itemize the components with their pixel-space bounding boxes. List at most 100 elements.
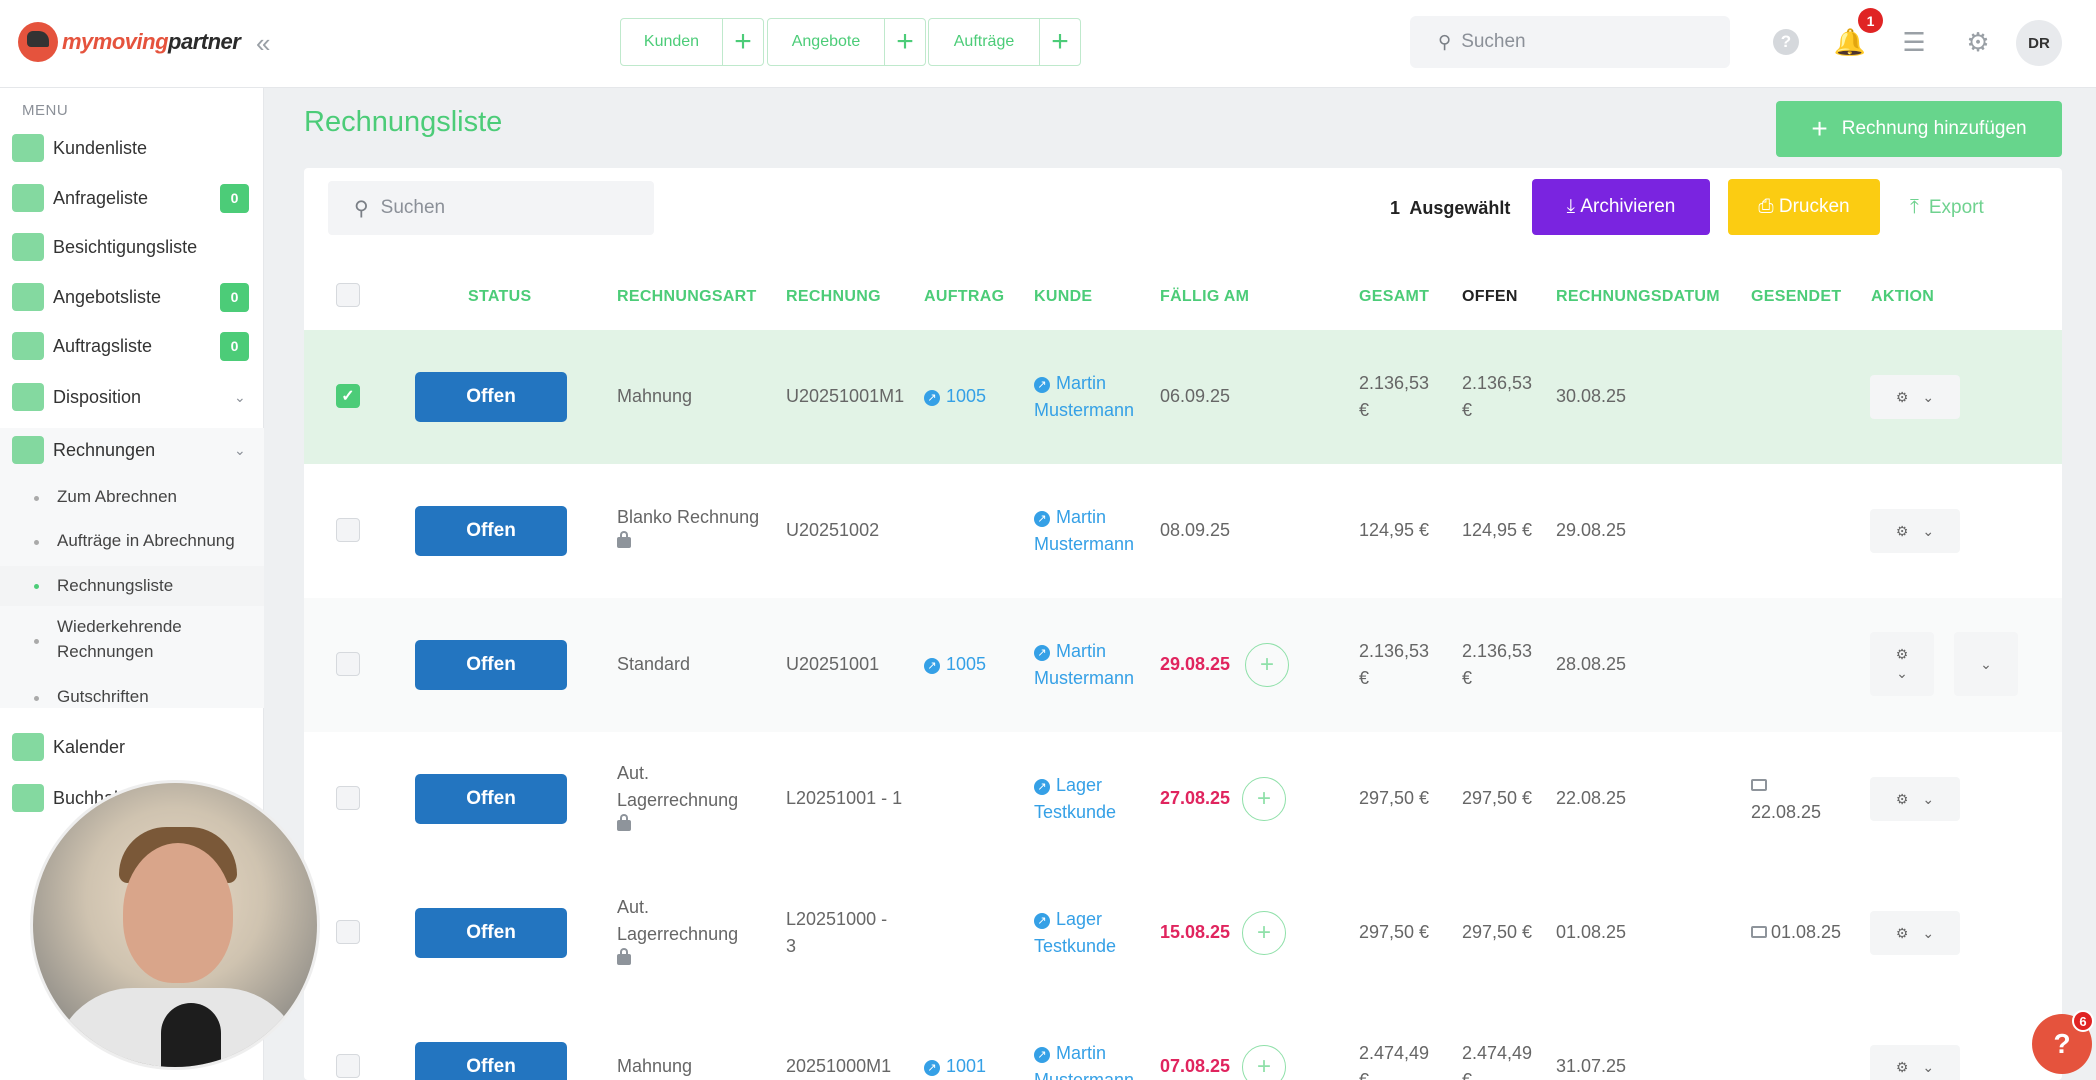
archive-button[interactable]: ⤓ Archivieren	[1532, 179, 1710, 235]
col-auftrag[interactable]: AUFTRAG	[924, 288, 1004, 306]
table-search-input[interactable]: ⚲ Suchen	[328, 181, 654, 235]
quick-kunden-button[interactable]: Kunden	[621, 19, 723, 65]
chevron-down-icon: ⌄	[1922, 388, 1935, 405]
row-action-menu[interactable]: ⚙ ⌄	[1870, 777, 1960, 821]
row-action-menu[interactable]: ⚙ ⌄	[1870, 375, 1960, 419]
quick-kunden: Kunden +	[620, 18, 764, 66]
sidebar-sub-auftraege-in-abrechnung[interactable]: Aufträge in Abrechnung	[0, 528, 264, 558]
sidebar-sub-rechnungsliste[interactable]: Rechnungsliste	[0, 566, 264, 606]
customer-link[interactable]: ↗ Martin Mustermann	[1034, 504, 1134, 558]
upload-icon: ⤒	[1910, 196, 1919, 218]
invoice-date: 30.08.25	[1556, 386, 1627, 406]
bell-icon[interactable]: 🔔	[1834, 26, 1866, 58]
sidebar-sub-gutschriften[interactable]: Gutschriften	[0, 684, 264, 714]
count-badge: 0	[220, 331, 249, 361]
sidebar-item-besichtigungsliste[interactable]: Besichtigungsliste	[0, 225, 264, 269]
row-checkbox[interactable]: ✓	[336, 384, 360, 408]
help-icon[interactable]: ?	[1770, 26, 1802, 58]
sidebar-sub-zum-abrechnen[interactable]: Zum Abrechnen	[0, 484, 264, 514]
add-auftrag-icon[interactable]: +	[1040, 19, 1080, 65]
add-reminder-icon[interactable]: +	[1242, 777, 1286, 821]
row-action-menu[interactable]: ⚙ ⌄	[1870, 911, 1960, 955]
col-rechnungsart[interactable]: RECHNUNGSART	[617, 288, 757, 306]
col-gesendet[interactable]: GESENDET	[1751, 288, 1841, 306]
avatar[interactable]: DR	[2016, 20, 2062, 66]
col-aktion: AKTION	[1871, 288, 1935, 305]
row-checkbox[interactable]	[336, 786, 360, 810]
row-checkbox[interactable]	[336, 920, 360, 944]
order-link[interactable]: ↗ 1005	[924, 383, 986, 410]
status-button[interactable]: Offen	[415, 908, 567, 958]
status-button[interactable]: Offen	[415, 1042, 567, 1080]
row-action-menu[interactable]: ⚙ ⌄	[1870, 509, 1960, 553]
table-row[interactable]: Offen Mahnung 20251000M1 ↗ 1001 ↗ Martin Mu…	[304, 1000, 2062, 1080]
due-date: 08.09.25	[1160, 520, 1231, 540]
col-kunde[interactable]: KUNDE	[1034, 288, 1092, 306]
sidebar-item-anfrageliste[interactable]: Anfrageliste 0	[0, 176, 264, 220]
status-button[interactable]: Offen	[415, 640, 567, 690]
table-row[interactable]: Offen Blanko Rechnung U20251002 ↗ Martin M…	[304, 464, 2062, 598]
add-reminder-icon[interactable]: +	[1242, 911, 1286, 955]
col-status[interactable]: STATUS	[468, 288, 531, 306]
logo-text-moving: moving	[92, 29, 169, 54]
select-all-checkbox[interactable]	[336, 283, 360, 307]
search-icon: ⚲	[354, 197, 369, 220]
customer-link[interactable]: ↗ Martin Mustermann	[1034, 370, 1134, 424]
sidebar-item-kalender[interactable]: Kalender	[0, 725, 264, 769]
export-button[interactable]: ⤒ Export	[1910, 196, 1984, 219]
order-link[interactable]: ↗ 1005	[924, 651, 986, 678]
col-rechnungsdatum[interactable]: RECHNUNGSDATUM	[1556, 288, 1720, 306]
add-kunde-icon[interactable]: +	[723, 19, 763, 65]
sidebar-item-kundenliste[interactable]: Kundenliste	[0, 126, 264, 170]
open-amount: 297,50 €	[1462, 788, 1533, 808]
sidebar-sub-wiederkehrende-rechnungen[interactable]: Wiederkehrende Rechnungen	[0, 614, 264, 668]
customer-link[interactable]: ↗ Lager Testkunde	[1034, 906, 1116, 960]
add-angebot-icon[interactable]: +	[885, 19, 925, 65]
customer-link[interactable]: ↗ Lager Testkunde	[1034, 772, 1116, 826]
add-reminder-icon[interactable]: +	[1245, 643, 1289, 687]
checklist-icon[interactable]: ☰	[1898, 26, 1930, 58]
sidebar-item-disposition[interactable]: Disposition ⌄	[0, 375, 264, 419]
table-row[interactable]: Offen Aut. Lagerrechnung L20251001 - 1 ↗ L…	[304, 732, 2062, 866]
row-checkbox[interactable]	[336, 652, 360, 676]
total-amount: 2.136,53 €	[1359, 373, 1430, 420]
add-reminder-icon[interactable]: +	[1242, 1045, 1286, 1080]
printer-icon: ⎙	[1758, 196, 1779, 217]
col-rechnung[interactable]: RECHNUNG	[786, 288, 881, 306]
status-button[interactable]: Offen	[415, 774, 567, 824]
col-faellig-am[interactable]: FÄLLIG AM	[1160, 288, 1249, 306]
quick-angebote-button[interactable]: Angebote	[768, 19, 885, 65]
row-action-menu[interactable]: ⚙ ⌄	[1870, 632, 1934, 696]
logo[interactable]: mymovingpartner	[18, 22, 241, 62]
gear-icon: ⚙	[1895, 924, 1909, 941]
collapse-sidebar-icon[interactable]: «	[256, 28, 270, 59]
row-action-menu[interactable]: ⚙ ⌄	[1870, 1045, 1960, 1080]
link-icon: ↗	[924, 1060, 940, 1076]
open-amount: 297,50 €	[1462, 922, 1533, 942]
row-checkbox[interactable]	[336, 1054, 360, 1078]
link-icon: ↗	[1034, 511, 1050, 527]
col-gesamt[interactable]: GESAMT	[1359, 288, 1429, 306]
customer-link[interactable]: ↗ Martin Mustermann	[1034, 1040, 1134, 1080]
expand-row-button[interactable]: ⌄	[1954, 632, 2018, 696]
chevron-down-icon: ⌄	[1922, 790, 1935, 807]
customer-link[interactable]: ↗ Martin Mustermann	[1034, 638, 1134, 692]
order-link[interactable]: ↗ 1001	[924, 1053, 986, 1080]
sidebar-item-angebotsliste[interactable]: Angebotsliste 0	[0, 275, 264, 319]
global-search-input[interactable]: ⚲ Suchen	[1410, 16, 1730, 68]
sidebar-item-auftragsliste[interactable]: Auftragsliste 0	[0, 324, 264, 368]
add-invoice-button[interactable]: + Rechnung hinzufügen	[1776, 101, 2062, 157]
print-button[interactable]: ⎙ Drucken	[1728, 179, 1880, 235]
table-row[interactable]: Offen Standard U20251001 ↗ 1005 ↗ Martin Mu…	[304, 598, 2062, 732]
status-button[interactable]: Offen	[415, 506, 567, 556]
row-checkbox[interactable]	[336, 518, 360, 542]
quick-angebote: Angebote +	[767, 18, 926, 66]
quick-auftraege-button[interactable]: Aufträge	[929, 19, 1040, 65]
table-row[interactable]: Offen Aut. Lagerrechnung L20251000 -3 ↗ La…	[304, 866, 2062, 1000]
chevron-down-icon: ⌄	[1922, 924, 1935, 941]
gear-icon[interactable]: ⚙	[1962, 26, 1994, 58]
col-offen[interactable]: OFFEN	[1462, 288, 1518, 306]
table-row[interactable]: ✓ Offen Mahnung U20251001M1 ↗ 1005 ↗ Marti…	[304, 330, 2062, 464]
status-button[interactable]: Offen	[415, 372, 567, 422]
sidebar-item-rechnungen[interactable]: Rechnungen ⌄	[0, 428, 264, 472]
